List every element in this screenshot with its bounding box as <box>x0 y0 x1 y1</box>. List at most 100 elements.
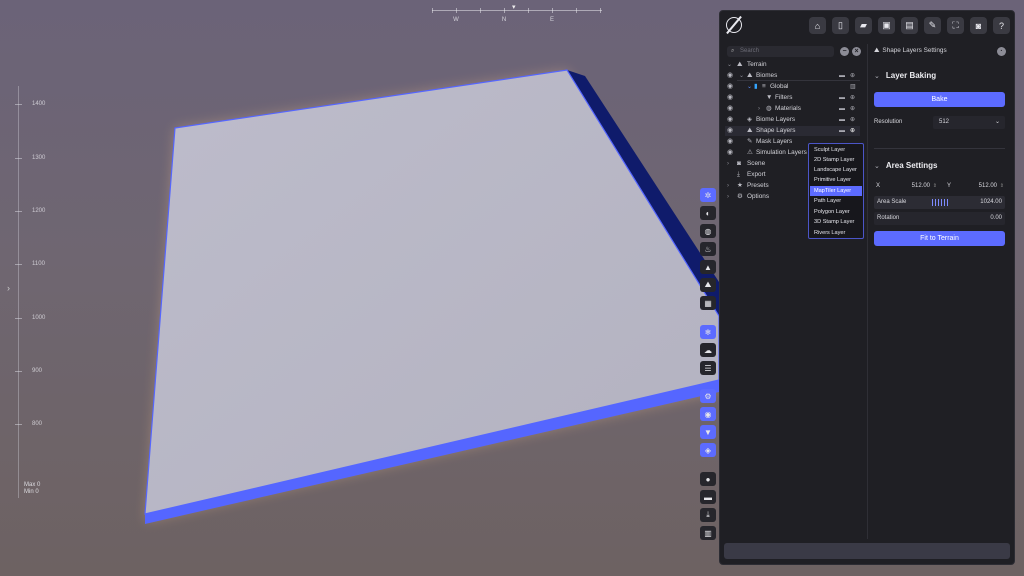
close-search-button[interactable]: × <box>852 47 861 56</box>
ruler-label: 1000 <box>32 315 46 321</box>
folder-icon[interactable]: ▬ <box>839 115 845 125</box>
menu-item-maptiler-layer[interactable]: MapTiler Layer <box>810 186 862 196</box>
area-settings-header[interactable]: ⌄ Area Settings <box>874 161 937 170</box>
layers-icon[interactable]: ◈ <box>700 443 716 457</box>
layer-baking-header[interactable]: ⌄ Layer Baking <box>874 71 936 80</box>
chevron-down-icon: ⌄ <box>994 119 1000 125</box>
folder-icon[interactable]: ▬ <box>700 490 716 504</box>
layer-tree-pane: Search ⌕ − × ⌄ ⛰ Terrain ◉ ⌄ ⛰ Biomes ▬ … <box>725 44 866 539</box>
mountain-icon: ⛰ <box>747 127 753 134</box>
contrast-icon[interactable]: ◐ <box>700 206 716 220</box>
menu-item-sculpt-layer[interactable]: Sculpt Layer <box>810 145 862 155</box>
menu-item-path-layer[interactable]: Path Layer <box>810 196 862 206</box>
tree-item-global[interactable]: ◉ ⌄ ▮ ≡ Global ▥ <box>725 82 860 92</box>
terrain-icon: ⛰ <box>737 61 743 68</box>
simulation-icon: ⚠ <box>747 149 753 156</box>
grid-icon[interactable]: ▦ <box>700 296 716 310</box>
stepper-icon[interactable]: ⇕ <box>1000 180 1004 193</box>
add-icon[interactable]: ⊕ <box>850 93 855 103</box>
eye-icon[interactable]: ◉ <box>727 126 733 136</box>
ruler-label: 900 <box>32 368 43 374</box>
save-icon[interactable]: ▣ <box>878 17 895 34</box>
slider-handle[interactable] <box>932 199 949 206</box>
elevation-ruler: 1400 1300 1200 1100 1000 900 800 Max 0 M… <box>10 86 50 506</box>
pane-divider[interactable] <box>867 44 868 539</box>
tree-item-biomes[interactable]: ◉ ⌄ ⛰ Biomes ▬ ⊕ <box>725 71 860 81</box>
y-field[interactable]: Y 512.00 ⇕ <box>945 180 1005 193</box>
fit-to-terrain-button[interactable]: Fit to Terrain <box>874 231 1005 246</box>
eye-icon[interactable]: ◉ <box>727 104 733 114</box>
save-as-icon[interactable]: ▤ <box>901 17 918 34</box>
tree-item-filters[interactable]: ◉ ▼ Filters ▬ ⊕ <box>725 93 860 103</box>
eye-icon[interactable]: ◉ <box>727 115 733 125</box>
mountain-icon: ⛰ <box>874 47 880 54</box>
settings-gear-icon[interactable]: ✲ <box>700 188 716 202</box>
tree-item-terrain[interactable]: ⌄ ⛰ Terrain <box>725 60 860 70</box>
eye-icon[interactable]: ◉ <box>727 93 733 103</box>
settings-options-button[interactable]: · <box>997 47 1006 56</box>
x-field[interactable]: X 512.00 ⇕ <box>874 180 938 193</box>
compass-east-label: E <box>549 17 555 23</box>
chevron-right-icon: › <box>727 161 729 167</box>
mountain-icon[interactable]: ▲ <box>700 260 716 274</box>
resolution-label: Resolution <box>874 119 903 125</box>
add-icon[interactable]: ⊕ <box>850 126 855 136</box>
compass: ▾ W N E <box>432 4 602 26</box>
tree-item-shape-layers[interactable]: ◉ ⛰ Shape Layers ▬ ⊕ <box>725 126 860 136</box>
fullscreen-icon[interactable]: ⛶ <box>947 17 964 34</box>
folder-icon[interactable]: ▬ <box>839 93 845 103</box>
export-icon[interactable]: ✎ <box>924 17 941 34</box>
eye-icon[interactable]: ◉ <box>727 82 733 92</box>
snowflake-icon[interactable]: ❄ <box>700 325 716 339</box>
fire-icon[interactable]: ♨ <box>700 242 716 256</box>
globe-icon[interactable]: ◍ <box>700 224 716 238</box>
eye-icon[interactable]: ◉ <box>727 137 733 147</box>
list-icon[interactable]: ☰ <box>700 361 716 375</box>
expand-left-panel-icon[interactable]: › <box>7 283 10 293</box>
menu-item-rivers-layer[interactable]: Rivers Layer <box>810 228 862 238</box>
home-icon[interactable]: ⌂ <box>809 17 826 34</box>
eye-icon[interactable]: ◉ <box>700 407 716 421</box>
chevron-right-icon: › <box>727 194 729 200</box>
camera-icon[interactable]: ◙ <box>970 17 987 34</box>
folder-icon[interactable]: ▬ <box>839 104 845 114</box>
terrain-icon[interactable]: ⛰ <box>700 278 716 292</box>
add-icon[interactable]: ⊕ <box>850 104 855 114</box>
chevron-right-icon: › <box>727 183 729 189</box>
chart-icon[interactable]: ▥ <box>700 526 716 540</box>
resolution-row: Resolution 512 ⌄ <box>874 116 1005 129</box>
chart-icon[interactable]: ▥ <box>850 82 856 92</box>
search-input[interactable]: Search <box>727 46 834 57</box>
status-bar <box>724 543 1010 559</box>
download-icon[interactable]: ⤓ <box>700 508 716 522</box>
tree-item-materials[interactable]: ◉ › ◍ Materials ▬ ⊕ <box>725 104 860 114</box>
chevron-down-icon: ⌄ <box>747 84 753 90</box>
add-icon[interactable]: ⊕ <box>850 115 855 125</box>
help-icon[interactable]: ? <box>993 17 1010 34</box>
gear-cog-icon[interactable]: ⚙ <box>700 389 716 403</box>
weather-icon[interactable]: ☁ <box>700 343 716 357</box>
eye-icon[interactable]: ◉ <box>727 148 733 158</box>
menu-item-polygon-layer[interactable]: Polygon Layer <box>810 207 862 217</box>
menu-item-2d-stamp-layer[interactable]: 2D Stamp Layer <box>810 155 862 165</box>
ruler-min-label: Min 0 <box>24 489 39 495</box>
resolution-select[interactable]: 512 ⌄ <box>933 116 1005 129</box>
menu-item-landscape-layer[interactable]: Landscape Layer <box>810 165 862 175</box>
color-swatch-icon: ▮ <box>754 83 758 90</box>
bake-button[interactable]: Bake <box>874 92 1005 107</box>
filter-icon[interactable]: ▼ <box>700 425 716 439</box>
stepper-icon[interactable]: ⇕ <box>933 180 937 193</box>
settings-icon[interactable]: ● <box>700 472 716 486</box>
eye-icon[interactable]: ◉ <box>727 71 733 81</box>
new-file-icon[interactable]: ▯ <box>832 17 849 34</box>
ruler-label: 800 <box>32 421 43 427</box>
collapse-all-button[interactable]: − <box>840 47 849 56</box>
area-scale-slider[interactable]: Area Scale 1024.00 <box>874 196 1005 209</box>
folder-icon[interactable]: ▬ <box>839 126 845 136</box>
search-icon: ⌕ <box>731 48 735 54</box>
rotation-field[interactable]: Rotation 0.00 <box>874 212 1005 225</box>
tree-item-biome-layers[interactable]: ◉ ◈ Biome Layers ▬ ⊕ <box>725 115 860 125</box>
open-folder-icon[interactable]: ▰ <box>855 17 872 34</box>
menu-item-primitive-layer[interactable]: Primitive Layer <box>810 175 862 185</box>
menu-item-3d-stamp-layer[interactable]: 3D Stamp Layer <box>810 217 862 227</box>
